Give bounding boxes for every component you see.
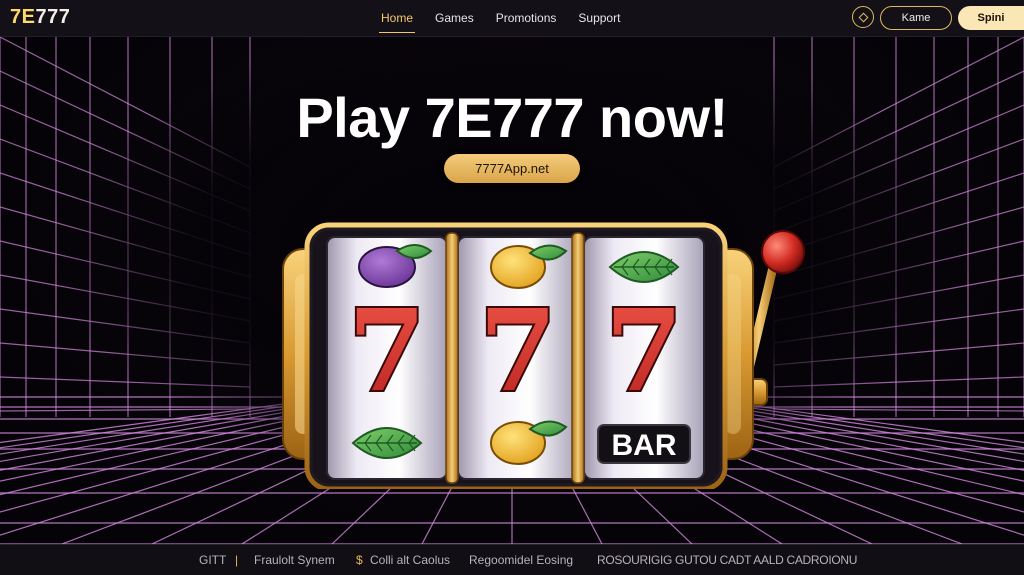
footer-separator: |: [235, 553, 239, 567]
seven-symbol: 7: [605, 286, 683, 417]
hero-headline: Play 7E777 now!: [296, 86, 728, 149]
reel-2: 7: [457, 236, 579, 480]
footer-item-responsible-gaming[interactable]: Regoomidel Eosing: [469, 553, 573, 567]
footer-item-casino[interactable]: Colli alt Caolus: [370, 553, 450, 567]
brand-logo[interactable]: 7E777: [10, 6, 70, 29]
app-url-button[interactable]: ​7777App.net: [444, 154, 580, 183]
main-nav: Home Games Promotions Support: [370, 0, 631, 36]
footer-item-legal[interactable]: ROSOURIGIG GUTOU CADT AALD CADROIONU: [597, 553, 857, 567]
top-navigation-bar: 7E777 Home Games Promotions Support Kame…: [0, 0, 1024, 37]
slot-machine-illustration: 7 7 7BAR: [282, 222, 805, 489]
nav-item-promotions[interactable]: Promotions: [494, 7, 559, 29]
seven-symbol: 7: [348, 286, 426, 417]
footer-item-gitt[interactable]: GITT: [199, 553, 226, 567]
reel-1: 7: [326, 236, 448, 480]
nav-item-home[interactable]: Home: [379, 7, 416, 33]
reel-3: 7 BAR: [583, 236, 705, 480]
coin-icon: $: [356, 553, 363, 567]
footer-bar: GITT | Fraulolt Synem $ Colli alt Caolus…: [0, 544, 1024, 575]
logo-part-2: 777: [35, 6, 71, 28]
diamond-icon-button[interactable]: [852, 6, 874, 28]
hero-section: Play 7E777 now! ​7777App.net: [0, 37, 1024, 544]
nav-item-support[interactable]: Support: [576, 7, 622, 29]
logo-part-1: 7E: [10, 6, 36, 28]
kame-button[interactable]: Kame: [880, 6, 952, 30]
diamond-icon: [858, 12, 868, 22]
seven-symbol: 7: [479, 286, 557, 417]
footer-item-system[interactable]: Fraulolt Synem: [254, 553, 335, 567]
bar-label: BAR: [612, 429, 677, 462]
spin-button[interactable]: Spini: [958, 6, 1024, 30]
nav-item-games[interactable]: Games: [433, 7, 476, 29]
